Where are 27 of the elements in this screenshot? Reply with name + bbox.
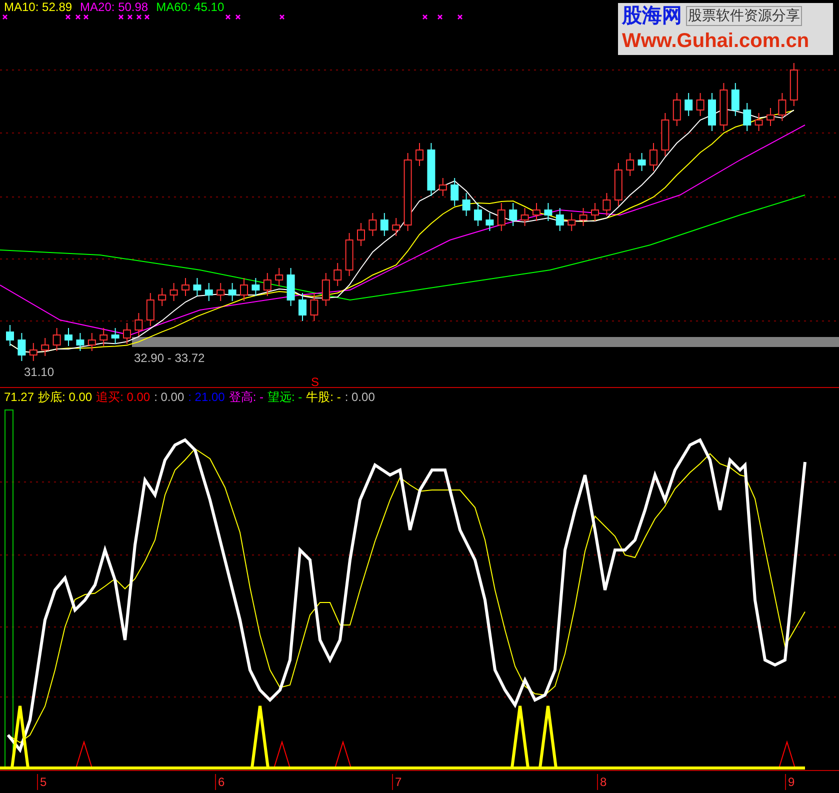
indicator-legend-text: : 21.00 (188, 389, 225, 406)
indicator-legend-text: 抄底: 0.00 (38, 389, 92, 406)
ma-legend-text: MA10: 52.89 (4, 0, 72, 14)
indicator-legend-text: 71.27 (4, 389, 34, 406)
spike-marker (250, 704, 270, 768)
ma-legend-text: MA60: 45.10 (156, 0, 224, 14)
low-price-label: 31.10 (24, 365, 54, 379)
spike-marker (510, 704, 530, 768)
spike-marker (538, 704, 558, 768)
time-axis-label: 6 (215, 774, 225, 790)
price-range-label: 32.90 - 33.72 (134, 351, 205, 365)
indicator-legend-text: 望远: - (268, 389, 302, 406)
spike-marker (10, 704, 30, 768)
indicator-legend-text: : 0.00 (344, 389, 375, 406)
signal-mark: S (311, 375, 320, 387)
ma-legend-text: MA20: 50.98 (80, 0, 148, 14)
time-axis-label: 8 (597, 774, 607, 790)
time-axis-label: 7 (392, 774, 402, 790)
indicator-legend-text: 登高: - (228, 389, 264, 406)
indicator-legend-text: 牛股: - (306, 389, 341, 406)
indicator-legend-text: 追买: 0.00 (96, 389, 150, 406)
indicator-legend-text: : 0.00 (154, 389, 184, 406)
time-axis-label: 5 (37, 774, 47, 790)
time-axis-label: 9 (785, 774, 795, 790)
logo-name: 股海网 (622, 4, 682, 29)
logo-slogan: 股票软件资源分享 (686, 6, 802, 26)
logo-url: Www.Guhai.com.cn (622, 29, 810, 53)
